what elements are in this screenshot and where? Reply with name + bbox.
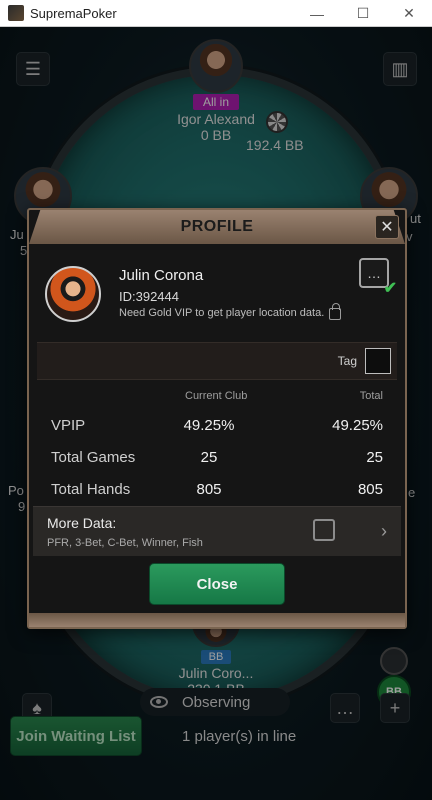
- more-data-title: More Data:: [47, 515, 117, 531]
- col-header-club: Current Club: [185, 390, 248, 402]
- close-button[interactable]: Close: [149, 563, 285, 605]
- more-data-items: PFR, 3-Bet, C-Bet, Winner, Fish: [47, 537, 203, 549]
- modal-header: PROFILE: [29, 210, 405, 244]
- stat-label: Total Games: [51, 449, 136, 466]
- stat-row: Total Games 25 25: [29, 442, 405, 474]
- stat-club-value: 49.25%: [183, 417, 235, 434]
- stat-row: Total Hands 805 805: [29, 474, 405, 506]
- profile-modal: PROFILE ✕ Julin Corona ID:392444 Need Go…: [27, 208, 407, 629]
- stat-row: VPIP 49.25% 49.25%: [29, 410, 405, 442]
- maximize-button[interactable]: ☐: [340, 0, 386, 27]
- message-icon: …: [367, 265, 381, 281]
- window-close-button[interactable]: ✕: [386, 0, 432, 27]
- tag-label: Tag: [337, 354, 357, 368]
- stat-total-value: 805: [357, 481, 383, 498]
- modal-footer-trim: [29, 613, 405, 627]
- window-controls: — ☐ ✕: [294, 0, 432, 27]
- modal-close-button[interactable]: ✕: [375, 215, 399, 239]
- stat-label: Total Hands: [51, 481, 131, 498]
- stat-club-value: 805: [196, 481, 222, 498]
- profile-location-note: Need Gold VIP to get player location dat…: [119, 303, 342, 320]
- profile-id: ID:392444: [119, 289, 179, 304]
- chevron-right-icon: ›: [381, 521, 387, 541]
- profile-avatar: [45, 266, 101, 322]
- stat-total-value: 25: [366, 449, 383, 466]
- window-title: SupremaPoker: [30, 5, 117, 21]
- app-logo-icon: [8, 5, 24, 21]
- stat-club-value: 25: [200, 449, 218, 466]
- col-header-total: Total: [359, 390, 383, 402]
- modal-title: PROFILE: [180, 218, 254, 235]
- vip-lock-icon: [313, 519, 335, 541]
- tag-color-box[interactable]: [365, 348, 391, 374]
- profile-name: Julin Corona: [119, 267, 204, 284]
- more-data-row[interactable]: More Data: PFR, 3-Bet, C-Bet, Winner, Fi…: [33, 506, 401, 556]
- lock-icon: [329, 303, 342, 320]
- minimize-button[interactable]: —: [294, 0, 340, 27]
- stat-total-value: 49.25%: [332, 417, 383, 434]
- close-icon: ✕: [380, 219, 394, 236]
- stat-label: VPIP: [51, 417, 86, 434]
- location-note-text: Need Gold VIP to get player location dat…: [119, 307, 325, 319]
- tag-bar: Tag: [37, 342, 397, 380]
- window-titlebar: SupremaPoker — ☐ ✕: [0, 0, 432, 27]
- check-icon: ✔: [383, 280, 397, 297]
